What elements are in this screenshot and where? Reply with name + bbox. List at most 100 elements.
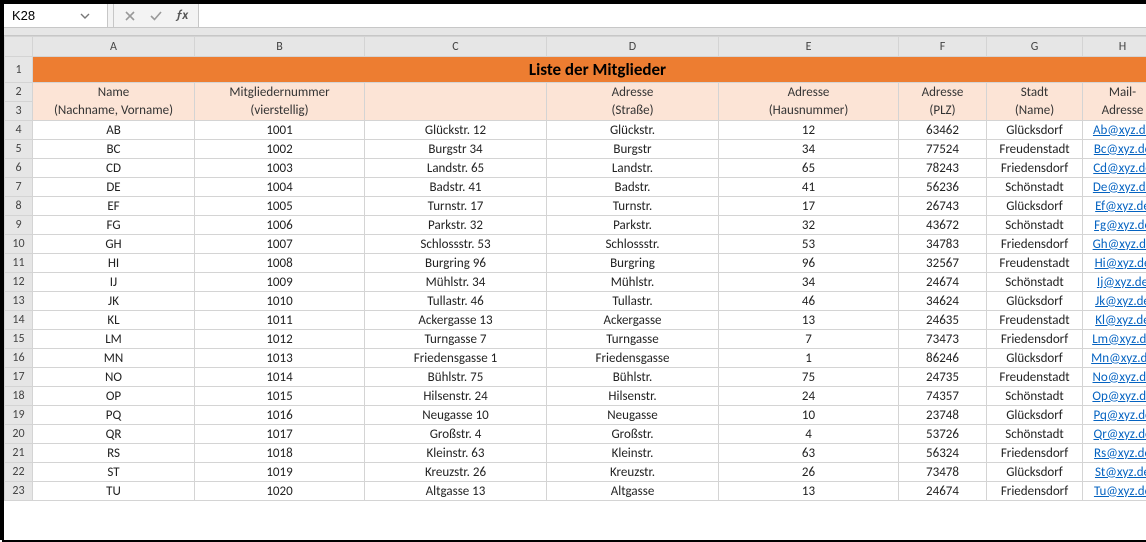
street-cell[interactable]: Burgstr: [547, 140, 719, 159]
house-cell[interactable]: 65: [719, 159, 899, 178]
street-cell[interactable]: Kleinstr.: [547, 444, 719, 463]
addr-cell[interactable]: Ackergasse 13: [365, 311, 547, 330]
street-cell[interactable]: Bühlstr.: [547, 368, 719, 387]
street-cell[interactable]: Schlossstr.: [547, 235, 719, 254]
row-header[interactable]: 9: [5, 216, 33, 235]
house-cell[interactable]: 63: [719, 444, 899, 463]
row-header[interactable]: 13: [5, 292, 33, 311]
row-header[interactable]: 14: [5, 311, 33, 330]
col-header[interactable]: F: [899, 37, 987, 57]
addr-cell[interactable]: Neugasse 10: [365, 406, 547, 425]
header-cell[interactable]: Adresse: [547, 83, 719, 102]
street-cell[interactable]: Neugasse: [547, 406, 719, 425]
house-cell[interactable]: 32: [719, 216, 899, 235]
house-cell[interactable]: 75: [719, 368, 899, 387]
row-header[interactable]: 15: [5, 330, 33, 349]
name-cell[interactable]: LM: [33, 330, 195, 349]
mail-cell[interactable]: St@xyz.de: [1083, 463, 1146, 482]
house-cell[interactable]: 24: [719, 387, 899, 406]
city-cell[interactable]: Schönstadt: [987, 216, 1083, 235]
plz-cell[interactable]: 34783: [899, 235, 987, 254]
street-cell[interactable]: Turngasse: [547, 330, 719, 349]
header-cell[interactable]: (PLZ): [899, 102, 987, 121]
street-cell[interactable]: Friedensgasse: [547, 349, 719, 368]
col-header[interactable]: C: [365, 37, 547, 57]
row-header[interactable]: 17: [5, 368, 33, 387]
col-header[interactable]: A: [33, 37, 195, 57]
house-cell[interactable]: 7: [719, 330, 899, 349]
num-cell[interactable]: 1011: [195, 311, 365, 330]
row-header[interactable]: 3: [5, 102, 33, 121]
house-cell[interactable]: 34: [719, 140, 899, 159]
addr-cell[interactable]: Turngasse 7: [365, 330, 547, 349]
name-cell[interactable]: DE: [33, 178, 195, 197]
row-header[interactable]: 5: [5, 140, 33, 159]
mail-link[interactable]: Ab@xyz.de: [1093, 123, 1146, 138]
num-cell[interactable]: 1004: [195, 178, 365, 197]
row-header[interactable]: 23: [5, 482, 33, 501]
city-cell[interactable]: Glücksdorf: [987, 121, 1083, 140]
header-cell[interactable]: Adresse: [899, 83, 987, 102]
mail-link[interactable]: De@xyz.de: [1093, 180, 1146, 195]
addr-cell[interactable]: Kreuzstr. 26: [365, 463, 547, 482]
sheet-title[interactable]: Liste der Mitglieder: [33, 57, 1146, 83]
row-header[interactable]: 2: [5, 83, 33, 102]
addr-cell[interactable]: Landstr. 65: [365, 159, 547, 178]
name-cell[interactable]: RS: [33, 444, 195, 463]
street-cell[interactable]: Badstr.: [547, 178, 719, 197]
mail-link[interactable]: Bc@xyz.de: [1094, 142, 1146, 157]
plz-cell[interactable]: 24635: [899, 311, 987, 330]
header-cell[interactable]: Stadt: [987, 83, 1083, 102]
sheet[interactable]: A B C D E F G H 1 Liste der Mitglieder 2…: [4, 36, 1146, 540]
street-cell[interactable]: Parkstr.: [547, 216, 719, 235]
mail-link[interactable]: Qr@xyz.de: [1093, 427, 1146, 442]
num-cell[interactable]: 1003: [195, 159, 365, 178]
num-cell[interactable]: 1014: [195, 368, 365, 387]
col-header[interactable]: D: [547, 37, 719, 57]
street-cell[interactable]: Tullastr.: [547, 292, 719, 311]
row-header[interactable]: 22: [5, 463, 33, 482]
mail-link[interactable]: Fg@xyz.de: [1094, 218, 1146, 233]
mail-link[interactable]: Ef@xyz.de: [1095, 199, 1146, 214]
city-cell[interactable]: Friedensdorf: [987, 159, 1083, 178]
city-cell[interactable]: Freudenstadt: [987, 311, 1083, 330]
num-cell[interactable]: 1007: [195, 235, 365, 254]
name-cell[interactable]: NO: [33, 368, 195, 387]
mail-link[interactable]: No@xyz.de: [1093, 370, 1146, 385]
name-cell[interactable]: FG: [33, 216, 195, 235]
mail-link[interactable]: Ij@xyz.de: [1097, 275, 1146, 290]
city-cell[interactable]: Friedensdorf: [987, 482, 1083, 501]
house-cell[interactable]: 4: [719, 425, 899, 444]
mail-cell[interactable]: Tu@xyz.de: [1083, 482, 1146, 501]
house-cell[interactable]: 12: [719, 121, 899, 140]
house-cell[interactable]: 10: [719, 406, 899, 425]
street-cell[interactable]: Hilsenstr.: [547, 387, 719, 406]
col-header[interactable]: H: [1083, 37, 1146, 57]
street-cell[interactable]: Mühlstr.: [547, 273, 719, 292]
house-cell[interactable]: 1: [719, 349, 899, 368]
num-cell[interactable]: 1017: [195, 425, 365, 444]
city-cell[interactable]: Friedensdorf: [987, 330, 1083, 349]
num-cell[interactable]: 1009: [195, 273, 365, 292]
plz-cell[interactable]: 26743: [899, 197, 987, 216]
mail-link[interactable]: Hi@xyz.de: [1095, 256, 1146, 271]
confirm-icon[interactable]: [148, 8, 164, 24]
col-header[interactable]: G: [987, 37, 1083, 57]
name-cell[interactable]: MN: [33, 349, 195, 368]
city-cell[interactable]: Friedensdorf: [987, 444, 1083, 463]
select-all-corner[interactable]: [5, 37, 33, 57]
city-cell[interactable]: Glücksdorf: [987, 463, 1083, 482]
num-cell[interactable]: 1010: [195, 292, 365, 311]
header-cell[interactable]: Mail-: [1083, 83, 1146, 102]
num-cell[interactable]: 1018: [195, 444, 365, 463]
header-cell[interactable]: Name: [33, 83, 195, 102]
plz-cell[interactable]: 24674: [899, 273, 987, 292]
num-cell[interactable]: 1015: [195, 387, 365, 406]
mail-cell[interactable]: Bc@xyz.de: [1083, 140, 1146, 159]
mail-cell[interactable]: Ef@xyz.de: [1083, 197, 1146, 216]
addr-cell[interactable]: Burgring 96: [365, 254, 547, 273]
plz-cell[interactable]: 77524: [899, 140, 987, 159]
row-header[interactable]: 18: [5, 387, 33, 406]
mail-cell[interactable]: Pq@xyz.de: [1083, 406, 1146, 425]
num-cell[interactable]: 1006: [195, 216, 365, 235]
